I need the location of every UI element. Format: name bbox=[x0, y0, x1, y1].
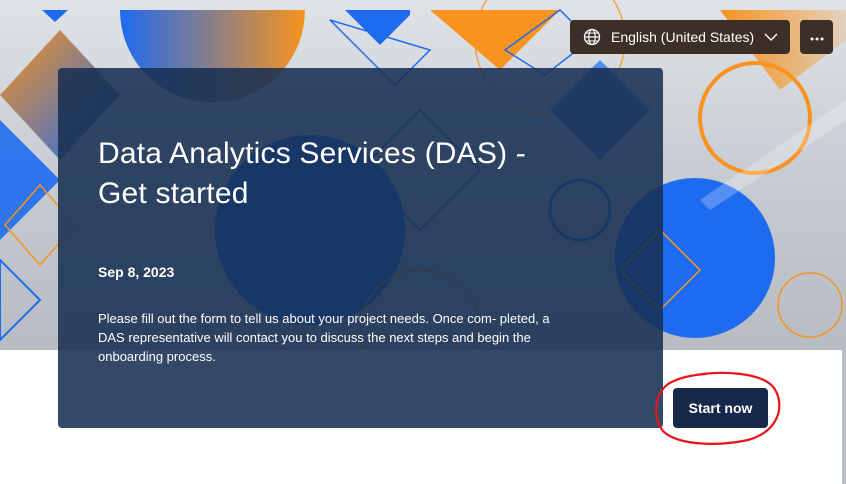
scroll-edge bbox=[842, 350, 846, 484]
form-description: Please fill out the form to tell us abou… bbox=[98, 311, 550, 364]
form-intro-card: Data Analytics Services (DAS) - Get star… bbox=[58, 68, 663, 428]
start-now-button[interactable]: Start now bbox=[673, 388, 768, 428]
language-label: English (United States) bbox=[611, 29, 755, 45]
more-options-button[interactable] bbox=[800, 20, 833, 54]
form-title: Data Analytics Services (DAS) - Get star… bbox=[98, 137, 526, 210]
form-page: English (United States) Data Analytics S… bbox=[0, 0, 846, 484]
globe-icon bbox=[583, 28, 601, 46]
language-selector[interactable]: English (United States) bbox=[570, 20, 790, 54]
chevron-down-icon bbox=[764, 30, 778, 44]
form-date: Sep 8, 2023 bbox=[98, 264, 175, 280]
more-icon bbox=[810, 28, 824, 46]
